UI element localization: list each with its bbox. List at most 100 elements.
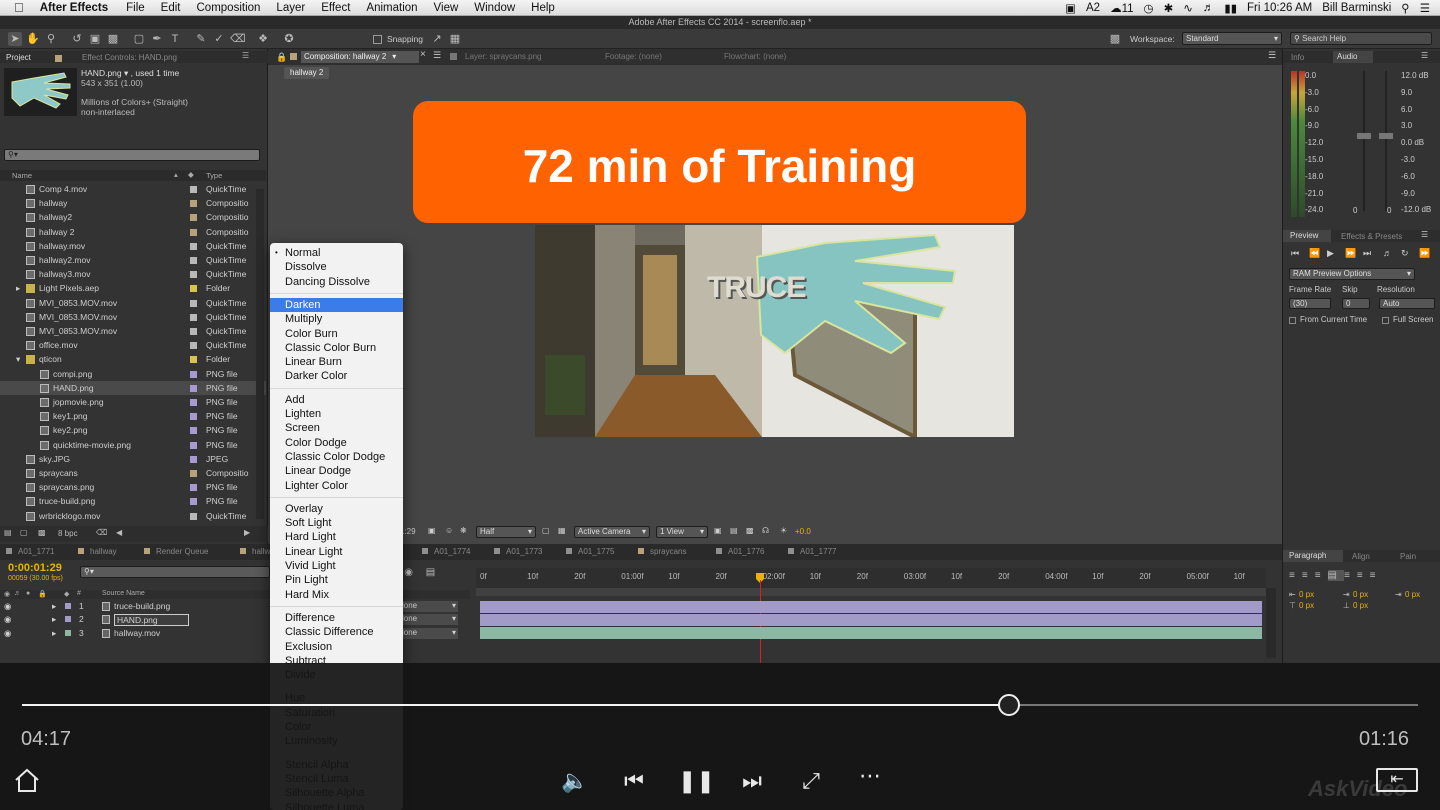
blend-mode-linear-light[interactable]: Linear Light [270, 545, 403, 559]
home-icon[interactable] [12, 767, 42, 800]
current-timecode[interactable]: 0:00:01:29 [8, 562, 62, 574]
layer-twirl-icon[interactable]: ▸ [52, 628, 56, 639]
ai-icon[interactable]: A2 [1086, 2, 1100, 14]
layer-mode-select[interactable]: lone ▾ [400, 614, 458, 626]
toggle-pixel-aspect-icon[interactable]: ▣ [714, 526, 722, 535]
label-color-swatch[interactable] [190, 441, 197, 449]
justify-last-center-icon[interactable]: ≡ [1344, 570, 1357, 581]
first-frame-icon[interactable]: ⏮ [1291, 248, 1299, 259]
blend-mode-screen[interactable]: Screen [270, 421, 403, 435]
layer-mode-select[interactable]: lone ▾ [400, 601, 458, 612]
project-item[interactable]: key1.png PNG file [0, 409, 266, 423]
project-item[interactable]: key2.png PNG file [0, 423, 266, 437]
lock-icon[interactable]: 🔒 [276, 52, 287, 63]
timeline-tab[interactable]: hallway [78, 547, 117, 558]
play-icon[interactable]: ▶ [1327, 248, 1334, 259]
frame-rate-select[interactable]: (30) [1289, 298, 1331, 309]
project-item[interactable]: spraycans.png PNG file [0, 480, 266, 494]
blend-mode-lighter-color[interactable]: Lighter Color [270, 479, 403, 493]
close-icon[interactable]: × [420, 49, 426, 60]
pan-behind-tool-icon[interactable]: ▩ [106, 32, 120, 46]
timeline-tab[interactable]: A01_1774 [422, 547, 470, 558]
label-color-swatch[interactable] [190, 427, 197, 435]
blend-mode-classic-difference[interactable]: Classic Difference [270, 625, 403, 639]
timeline-tab[interactable]: spraycans [638, 547, 686, 558]
panel-menu-icon[interactable]: ☰ [242, 51, 249, 60]
wifi-icon[interactable]: ∿ [1183, 1, 1193, 15]
color-channel-icon[interactable]: ❋ [460, 526, 467, 535]
snapping-checkbox[interactable] [373, 35, 382, 44]
blend-mode-exclusion[interactable]: Exclusion [270, 640, 403, 654]
skip-select[interactable]: 0 [1342, 298, 1370, 309]
flowchart-icon[interactable]: ☊ [762, 526, 769, 535]
audio-slider-knob-left[interactable] [1357, 133, 1371, 139]
blend-mode-color-dodge[interactable]: Color Dodge [270, 436, 403, 450]
full-screen-checkbox[interactable] [1382, 317, 1389, 324]
panel-menu-icon[interactable]: ☰ [1421, 230, 1428, 239]
resolution-select[interactable]: Auto [1379, 298, 1435, 309]
lock-column-icon[interactable]: 🔒 [38, 590, 47, 598]
menubar-user[interactable]: Bill Barminski [1322, 2, 1391, 14]
label-color-swatch[interactable] [190, 285, 197, 293]
region-of-interest-icon[interactable]: ▢ [542, 526, 550, 535]
folder-twirl-icon[interactable]: ▾ [16, 354, 20, 365]
pen-tool-icon[interactable]: ✒ [150, 32, 164, 46]
project-item[interactable]: truce-build.png PNG file [0, 494, 266, 508]
project-item[interactable]: hallway2.mov QuickTime [0, 253, 266, 267]
brainstorm-icon[interactable]: ◉ [404, 567, 413, 578]
label-color-swatch[interactable] [190, 200, 197, 208]
solo-column-icon[interactable]: ● [26, 590, 30, 597]
eye-icon[interactable]: ◉ [4, 614, 11, 625]
align-left-icon[interactable]: ≡ [1289, 570, 1302, 581]
notifications-icon[interactable]: ☰ [1420, 1, 1430, 15]
next-frame-icon[interactable]: ⏩ [1345, 248, 1356, 259]
menu-effect[interactable]: Effect [321, 2, 350, 14]
label-color-swatch[interactable] [190, 257, 197, 264]
project-item[interactable]: hallway.mov QuickTime [0, 239, 266, 253]
label-color-swatch[interactable] [190, 370, 197, 378]
tab-align[interactable]: Align [1352, 552, 1370, 561]
eye-icon[interactable]: ◉ [4, 628, 11, 639]
app-menu[interactable]: After Effects [40, 2, 108, 14]
timeline-tab[interactable]: A01_1773 [494, 547, 542, 558]
layer-name[interactable]: truce-build.png [114, 601, 170, 611]
project-item[interactable]: wrbricklogo.mov QuickTime [0, 509, 266, 523]
layer-twirl-icon[interactable]: ▸ [52, 601, 56, 612]
blend-mode-soft-light[interactable]: Soft Light [270, 516, 403, 530]
panel-menu-icon[interactable]: ☰ [1421, 51, 1428, 60]
tab-effects-presets[interactable]: Effects & Presets [1341, 232, 1402, 241]
exit-player-icon[interactable]: ⇤ [1376, 768, 1418, 792]
audio-column-icon[interactable]: ♬ [14, 590, 21, 597]
align-right-icon[interactable]: ≡ [1315, 570, 1328, 581]
brush-tool-icon[interactable]: ✎ [194, 32, 208, 46]
menu-file[interactable]: File [126, 2, 145, 14]
snapshot-icon[interactable]: ▣ [428, 526, 436, 535]
fullscreen-icon[interactable]: ⤢ [796, 767, 826, 795]
show-snapshot-icon[interactable]: ☺ [445, 526, 453, 535]
label-color-swatch[interactable] [190, 299, 197, 307]
loop-icon[interactable]: ↻ [1401, 248, 1409, 259]
new-comp-icon[interactable]: ▩ [38, 528, 46, 537]
blend-mode-multiply[interactable]: Multiply [270, 312, 403, 326]
label-color-swatch[interactable] [190, 512, 197, 520]
label-column-icon[interactable]: ◆ [64, 590, 69, 598]
audio-slider-track-right[interactable] [1385, 71, 1387, 211]
project-item[interactable]: ▸ Light Pixels.aep Folder [0, 281, 266, 295]
camera-tool-icon[interactable]: ▣ [88, 32, 102, 46]
from-current-checkbox[interactable] [1289, 317, 1296, 324]
time-ruler[interactable]: 0f 10f 20f 01:00f 10f 20f 02:00f 10f 20f 03:00f 10… [476, 568, 1266, 588]
blend-mode-pin-light[interactable]: Pin Light [270, 573, 403, 587]
blend-mode-vivid-light[interactable]: Vivid Light [270, 559, 403, 573]
blend-mode-hard-mix[interactable]: Hard Mix [270, 588, 403, 602]
project-item[interactable]: Comp 4.mov QuickTime [0, 182, 266, 196]
eraser-tool-icon[interactable]: ⌫ [230, 32, 246, 46]
justify-last-right-icon[interactable]: ≡ [1357, 570, 1370, 581]
folder-twirl-icon[interactable]: ▸ [16, 283, 20, 294]
comp-video-frame[interactable]: TRUCE [535, 225, 1014, 437]
label-color-swatch[interactable] [190, 484, 197, 492]
clone-stamp-tool-icon[interactable]: ✓ [212, 32, 226, 46]
bpc-label[interactable]: 8 bpc [58, 529, 78, 538]
menu-animation[interactable]: Animation [366, 2, 417, 14]
hand-tool-icon[interactable]: ✋ [26, 32, 40, 46]
scrub-knob[interactable] [997, 694, 1020, 716]
